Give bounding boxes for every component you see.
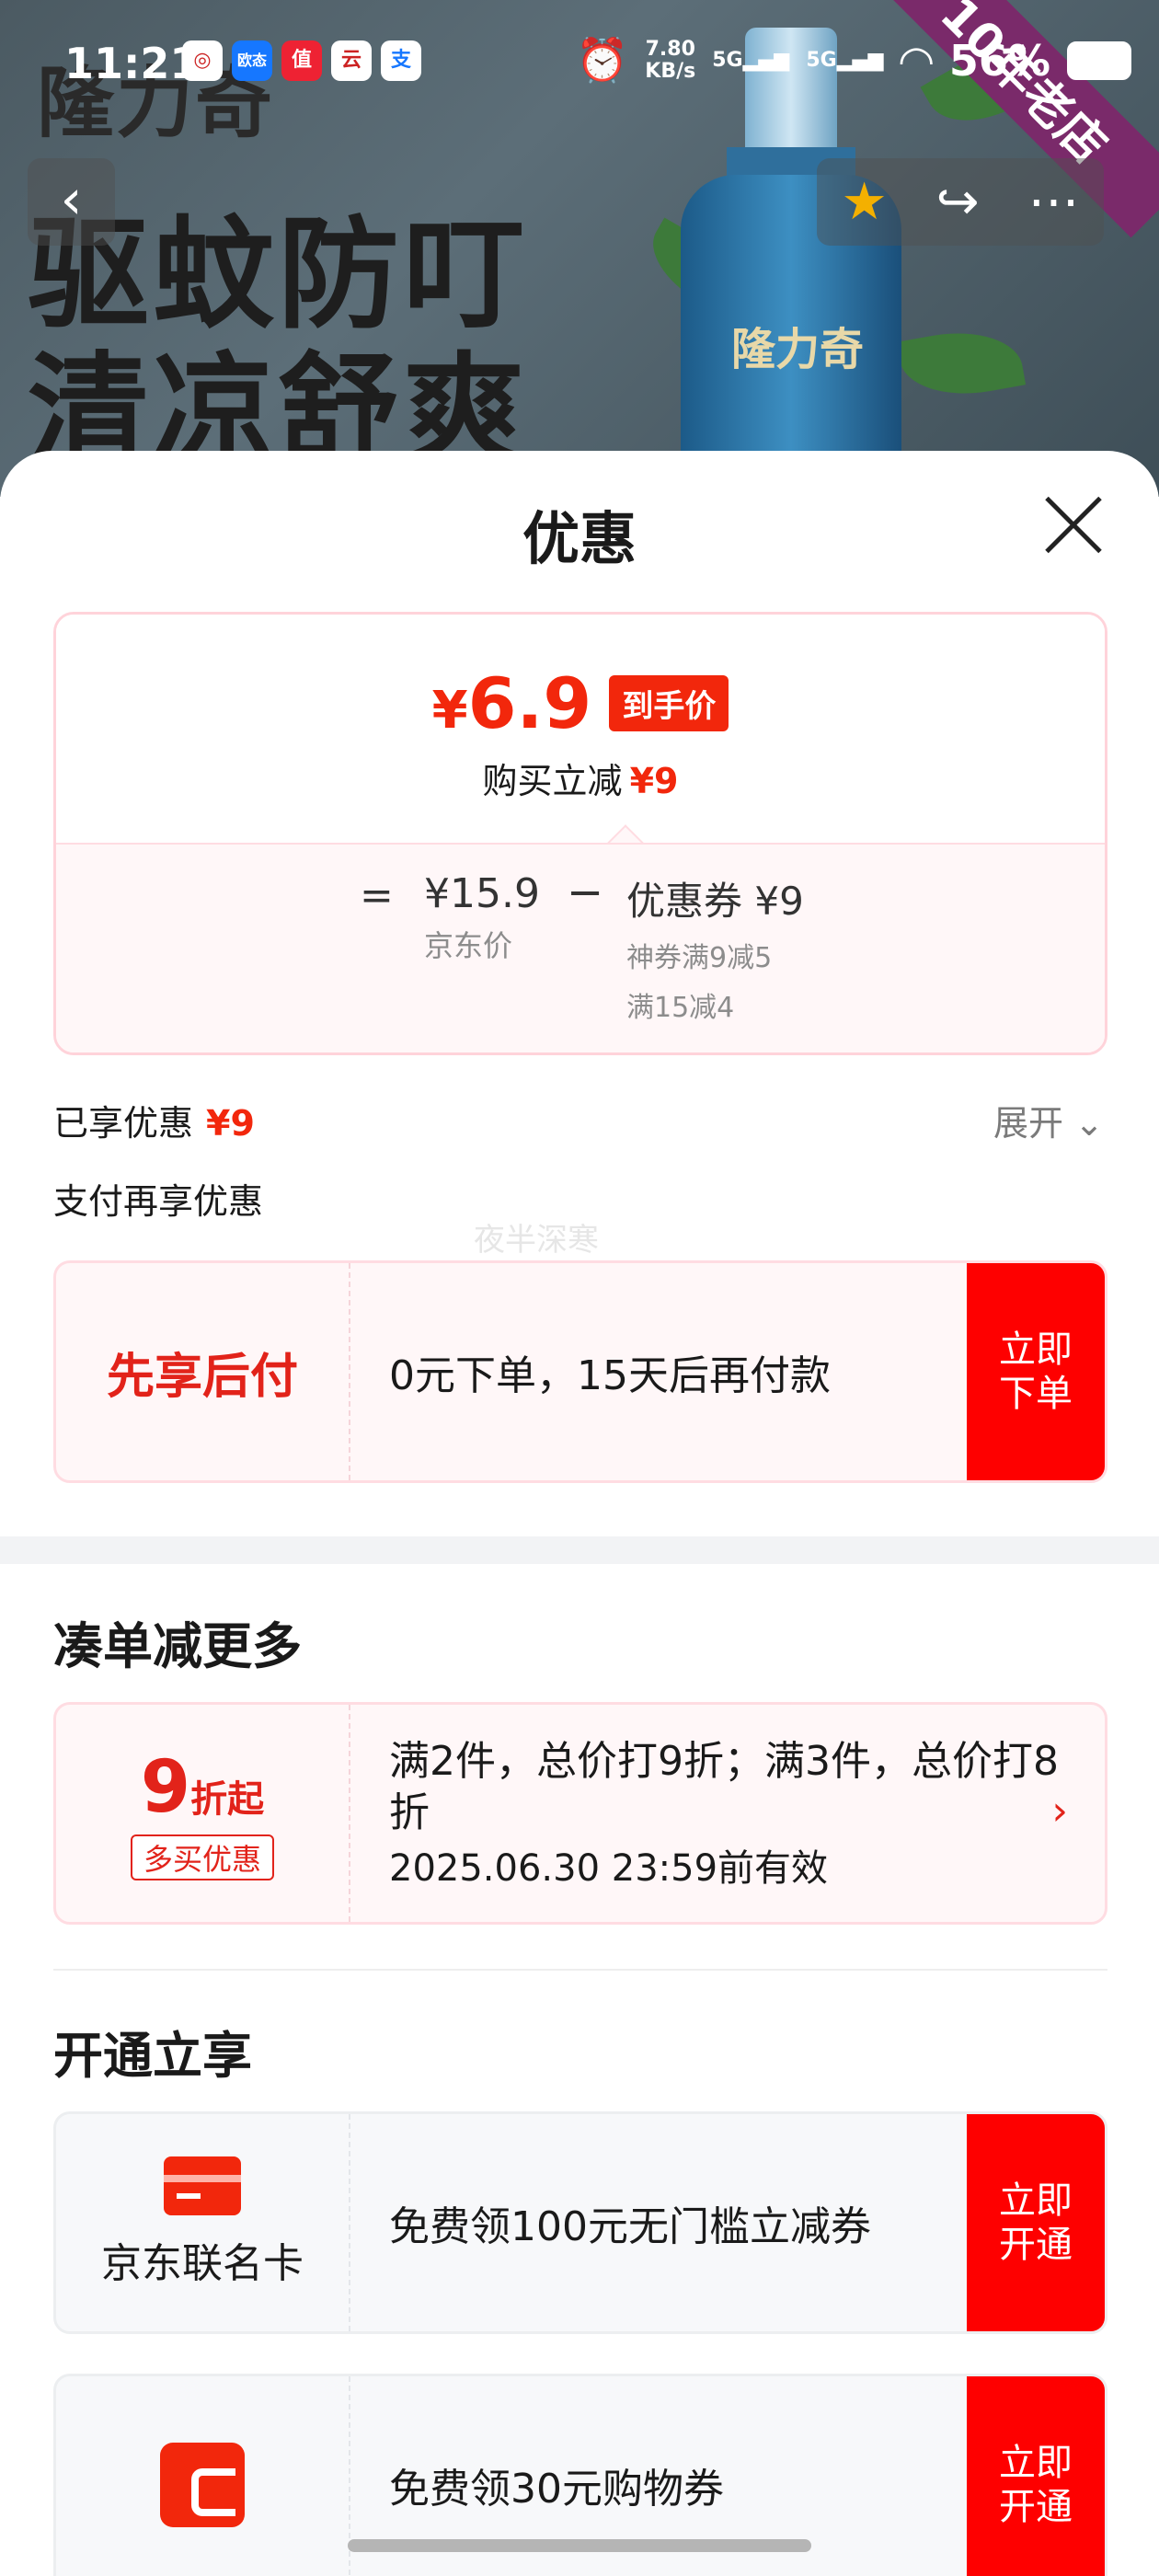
watermark: 夜半深寒 (474, 1222, 599, 1259)
coupon-breakdown: 优惠券 ¥9 神券满9减5 满15减4 (626, 879, 804, 1024)
credit-card-icon (164, 2156, 241, 2215)
price-calculation: = ¥15.9 京东价 − 优惠券 ¥9 神券满9减5 满15减4 (56, 843, 1105, 1052)
final-price: ¥6.9 (431, 662, 592, 744)
app-notification-icon: 值 (281, 40, 322, 81)
battery-icon (1067, 40, 1131, 80)
share-icon[interactable]: ↪ (936, 172, 980, 232)
app-notification-icon: 云 (331, 40, 372, 81)
favorite-star-icon[interactable]: ★ (841, 172, 887, 232)
bnpl-title: 先享后付 (106, 1349, 298, 1405)
bottle-label: 隆力奇 (731, 324, 865, 375)
bnpl-description: 0元下单，15天后再付款 (389, 1352, 831, 1399)
battery-level: 56% (948, 35, 1050, 86)
discount-sheet: 优惠 ¥6.9 到手价 购买立减¥9 = ¥15.9 京东价 − 优惠券 ¥9 (0, 451, 1159, 2576)
equals-sign: = (360, 872, 394, 919)
multi-buy-section-title: 凑单减更多 (53, 1617, 302, 1675)
open-cobrand-card-button[interactable]: 立即 开通 (967, 2114, 1105, 2331)
alarm-icon: ⏰ (575, 35, 629, 85)
network-speed: 7.80 KB/s (645, 37, 696, 83)
top-actions: ★ ↪ ⋯ (817, 158, 1104, 246)
leaf-decoration (896, 321, 1027, 406)
multi-buy-card[interactable]: 9折起 多买优惠 满2件，总价打9折；满3件，总价打8折 2025.06.30 … (53, 1702, 1107, 1925)
open-section-title: 开通立享 (53, 2027, 252, 2085)
open-voucher-button[interactable]: 立即 开通 (967, 2376, 1105, 2576)
wallet-icon (160, 2443, 245, 2527)
pay-more-label: 支付再享优惠 (53, 1181, 264, 1222)
status-time: 11:21 (64, 39, 200, 88)
cobrand-card-name: 京东联名卡 (101, 2240, 304, 2287)
app-notification-icon: ◎ (182, 40, 223, 81)
wifi-icon: ◠ (900, 35, 933, 86)
final-price-badge: 到手价 (609, 675, 729, 731)
chevron-left-icon: ‹ (60, 167, 83, 232)
multi-buy-description: 满2件，总价打9折；满3件，总价打8折 2025.06.30 23:59前有效 (389, 1736, 1061, 1894)
enjoyed-discount: 已享优惠 ¥9 (53, 1103, 255, 1144)
price-card: ¥6.9 到手价 购买立减 ¥9 = ¥15.9 京东价 − 优惠券 ¥9 神券满… (53, 612, 1107, 1055)
section-divider (0, 1536, 1159, 1564)
discount-value: 9折起 (140, 1746, 265, 1829)
sheet-title: 优惠 (522, 505, 637, 572)
home-indicator[interactable] (348, 2539, 811, 2552)
app-notification-icon: 欧态 (232, 40, 272, 81)
notification-icons: ◎ 欧态 值 云 支 (182, 40, 421, 81)
signal-icon: 5G▂▄▆ (712, 49, 790, 72)
status-right: ⏰ 7.80 KB/s 5G▂▄▆ 5G▂▄▆ ◠ 56% (576, 35, 1131, 86)
reduce-line: 购买立减 ¥9 (482, 761, 679, 801)
multi-buy-validity: 2025.06.30 23:59前有效 (389, 1847, 829, 1890)
banner-slogan: 驱蚊防叮 清凉舒爽 (28, 207, 528, 479)
bnpl-offer-card: 先享后付 0元下单，15天后再付款 立即 下单 (53, 1260, 1107, 1483)
minus-sign: − (567, 867, 604, 918)
chevron-right-icon: › (1051, 1788, 1068, 1834)
divider-line (53, 1969, 1107, 1971)
chevron-down-icon: ⌄ (1074, 1103, 1104, 1144)
signal-icon: 5G▂▄▆ (806, 49, 884, 72)
jd-price: ¥15.9 京东价 (424, 870, 540, 963)
more-icon[interactable]: ⋯ (1028, 172, 1080, 232)
cobrand-card-description: 免费领100元无门槛立减券 (389, 2203, 871, 2250)
close-button[interactable] (1041, 492, 1106, 557)
back-button[interactable]: ‹ (28, 158, 115, 246)
order-now-button[interactable]: 立即 下单 (967, 1263, 1105, 1480)
app-notification-icon: 支 (381, 40, 421, 81)
expand-toggle[interactable]: 展开 ⌄ (993, 1095, 1104, 1145)
cobrand-card-offer: 京东联名卡 免费领100元无门槛立减券 立即 开通 (53, 2111, 1107, 2334)
status-bar: 11:21 ◎ 欧态 值 云 支 ⏰ 7.80 KB/s 5G▂▄▆ 5G▂▄▆… (0, 0, 1159, 120)
multi-buy-tag: 多买优惠 (130, 1834, 274, 1880)
